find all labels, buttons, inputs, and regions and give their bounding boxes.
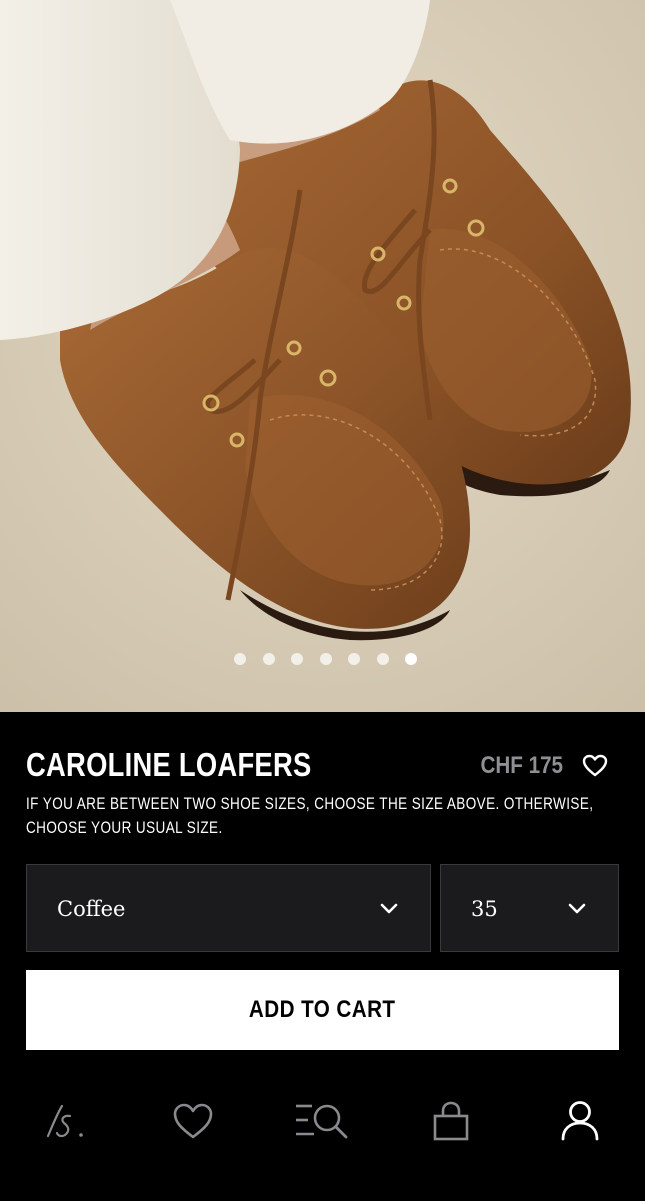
gallery-dot[interactable]	[291, 653, 303, 665]
gallery-dot[interactable]	[348, 653, 360, 665]
add-to-cart-label: ADD TO CART	[249, 996, 396, 1023]
brand-logo-icon	[46, 1104, 83, 1138]
bottom-nav	[0, 1080, 645, 1160]
nav-bag[interactable]	[427, 1098, 475, 1146]
nav-wishlist[interactable]	[169, 1098, 217, 1146]
size-select-value: 35	[471, 897, 498, 921]
heart-icon	[582, 754, 608, 777]
size-advice-text: IF YOU ARE BETWEEN TWO SHOE SIZES, CHOOS…	[26, 795, 594, 837]
add-to-wishlist-button[interactable]	[581, 752, 609, 780]
color-select-value: Coffee	[57, 897, 126, 921]
product-photo	[0, 0, 645, 712]
size-select[interactable]: 35	[440, 864, 619, 952]
bag-icon	[433, 1101, 469, 1141]
gallery-pagination[interactable]	[0, 653, 645, 667]
nav-home[interactable]	[40, 1098, 88, 1146]
chevron-down-icon	[380, 903, 398, 914]
product-title: CAROLINE LOAFERS	[26, 746, 312, 783]
product-image[interactable]	[0, 0, 645, 712]
nav-search[interactable]	[296, 1098, 348, 1146]
gallery-dot[interactable]	[405, 653, 417, 665]
product-page: CAROLINE LOAFERS CHF 175 IF YOU ARE BETW…	[0, 0, 645, 1201]
product-price: CHF 175	[480, 752, 563, 779]
gallery-dot[interactable]	[262, 653, 275, 665]
search-menu-icon	[296, 1104, 348, 1139]
gallery-dot[interactable]	[319, 653, 332, 665]
chevron-down-icon	[568, 903, 586, 914]
add-to-cart-button[interactable]: ADD TO CART	[26, 970, 619, 1050]
heart-icon	[173, 1103, 213, 1139]
color-select[interactable]: Coffee	[26, 864, 431, 952]
nav-account[interactable]	[556, 1098, 604, 1146]
gallery-dot[interactable]	[376, 653, 389, 665]
account-icon	[561, 1101, 599, 1141]
gallery-dot[interactable]	[234, 653, 246, 665]
